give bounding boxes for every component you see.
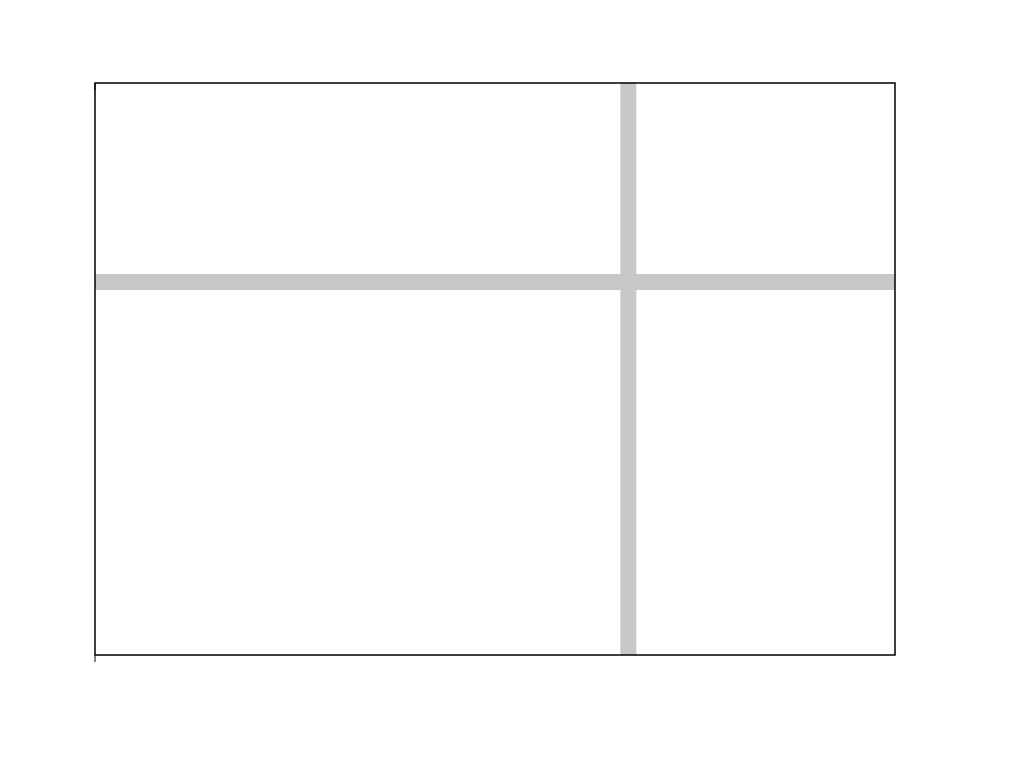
svg-rect-0 — [95, 274, 895, 290]
svg-rect-1 — [620, 83, 636, 655]
svg-rect-2 — [95, 83, 895, 655]
